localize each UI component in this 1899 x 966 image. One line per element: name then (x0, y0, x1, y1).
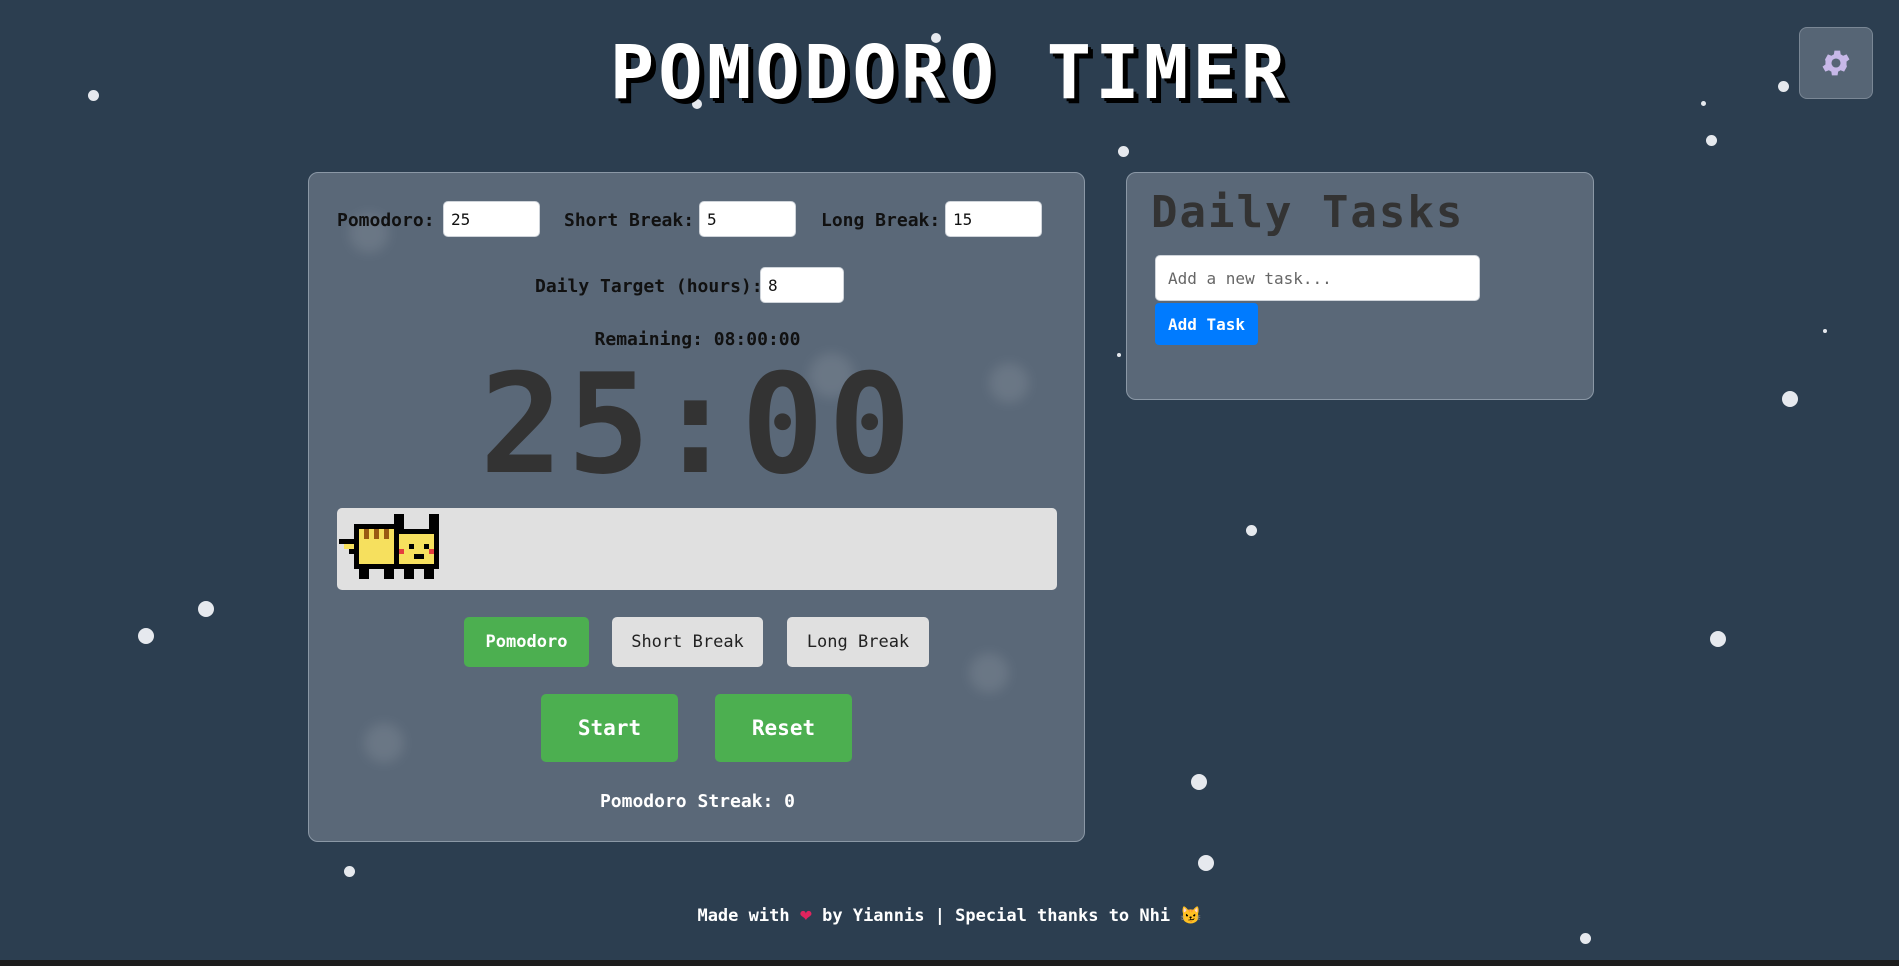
gear-icon (1822, 50, 1850, 76)
tasks-title: Daily Tasks (1151, 187, 1465, 238)
long-break-duration-label: Long Break: (821, 210, 941, 231)
long-break-duration-input[interactable] (945, 201, 1042, 237)
daily-target-input[interactable] (760, 267, 844, 303)
mode-long-break-button[interactable]: Long Break (787, 617, 929, 667)
add-task-button[interactable]: Add Task (1155, 303, 1258, 345)
timer-panel: Pomodoro: Short Break: Long Break: Daily… (308, 172, 1085, 842)
mode-short-break-button[interactable]: Short Break (612, 617, 763, 667)
daily-target-label: Daily Target (hours): (535, 276, 763, 297)
reset-button[interactable]: Reset (715, 694, 852, 762)
footer-made-with: Made with (697, 906, 790, 926)
start-button[interactable]: Start (541, 694, 678, 762)
tasks-panel: Daily Tasks Add Task (1126, 172, 1594, 400)
pomodoro-duration-input[interactable] (443, 201, 540, 237)
short-break-duration-input[interactable] (699, 201, 796, 237)
bottom-bar (0, 960, 1899, 966)
pomodoro-duration-label: Pomodoro: (337, 210, 435, 231)
progress-track (337, 508, 1057, 590)
settings-button[interactable] (1799, 27, 1873, 99)
pixel-cat-icon (339, 514, 439, 579)
pomodoro-streak: Pomodoro Streak: 0 (599, 791, 796, 812)
heart-icon: ❤ (799, 902, 812, 926)
footer-credits: by Yiannis | Special thanks to Nhi (822, 906, 1171, 926)
new-task-input[interactable] (1155, 255, 1480, 301)
app-title: POMODORO TIMER (609, 30, 1290, 116)
footer: Made with ❤ by Yiannis | Special thanks … (0, 902, 1899, 926)
short-break-duration-label: Short Break: (564, 210, 695, 231)
cat-emoji-icon: 😼 (1180, 906, 1202, 926)
app-root: POMODORO TIMER Pomodoro: Short Break: Lo… (0, 0, 1899, 966)
mode-pomodoro-button[interactable]: Pomodoro (464, 617, 589, 667)
timer-display: 25:00 (479, 344, 916, 505)
